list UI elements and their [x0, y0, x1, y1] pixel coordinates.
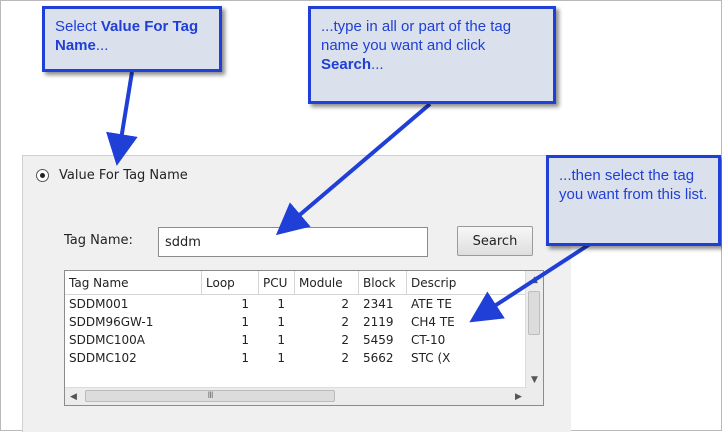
scroll-up-arrow-icon[interactable]: ▲ [526, 271, 543, 288]
column-header[interactable]: Descrip [407, 271, 527, 295]
scroll-right-arrow-icon[interactable]: ▶ [510, 388, 527, 405]
loop-cell: 1 [241, 315, 249, 329]
column-header[interactable]: Block [359, 271, 407, 295]
column-header[interactable]: PCU [259, 271, 295, 295]
tag-list[interactable]: Tag Name Loop PCU Module Block Descrip S… [64, 270, 544, 406]
horizontal-scroll-thumb[interactable]: III [85, 390, 335, 402]
column-header[interactable]: Loop [202, 271, 259, 295]
callout-text: Select [55, 18, 101, 35]
pcu-cell: 1 [277, 297, 285, 311]
block-cell: 5459 [363, 333, 394, 347]
tag-name-cell: SDDMC102 [69, 351, 137, 365]
tag-name-label: Tag Name: [64, 233, 133, 248]
tag-name-input[interactable] [158, 227, 428, 257]
module-cell: 2 [341, 351, 349, 365]
callout-text: ...then select the tag you want from thi… [559, 167, 708, 203]
table-row[interactable]: SDDMC102 1 1 2 5662 STC (X [65, 349, 527, 367]
value-for-tag-name-option[interactable]: Value For Tag Name [36, 168, 188, 183]
table-row[interactable]: SDDM96GW-1 1 1 2 2119 CH4 TE [65, 313, 527, 331]
column-header[interactable]: Module [295, 271, 359, 295]
description-cell: CH4 TE [411, 315, 455, 329]
description-cell: ATE TE [411, 297, 452, 311]
description-cell: CT-10 [411, 333, 446, 347]
pcu-cell: 1 [277, 315, 285, 329]
tag-name-cell: SDDMC100A [69, 333, 145, 347]
description-cell: STC (X [411, 351, 451, 365]
block-cell: 2341 [363, 297, 394, 311]
callout-text: ... [95, 37, 109, 54]
module-cell: 2 [341, 333, 349, 347]
column-header[interactable]: Tag Name [65, 271, 202, 295]
scrollbar-corner [526, 388, 543, 405]
scroll-left-arrow-icon[interactable]: ◀ [65, 388, 82, 405]
callout-text: ... [371, 56, 384, 73]
module-cell: 2 [341, 315, 349, 329]
vertical-scroll-thumb[interactable] [528, 291, 540, 335]
loop-cell: 1 [241, 351, 249, 365]
radio-label: Value For Tag Name [59, 168, 188, 183]
pcu-cell: 1 [277, 351, 285, 365]
module-cell: 2 [341, 297, 349, 311]
loop-cell: 1 [241, 297, 249, 311]
callout-select-tag: ...then select the tag you want from thi… [546, 155, 721, 246]
callout-text: ...type in all or part of the tag name y… [321, 18, 512, 54]
tag-name-cell: SDDM001 [69, 297, 129, 311]
callout-type-and-search: ...type in all or part of the tag name y… [308, 6, 556, 104]
radio-selected-icon[interactable] [36, 169, 49, 182]
pcu-cell: 1 [277, 333, 285, 347]
callout-bold-text: Search [321, 56, 372, 73]
tag-list-rows: SDDM001 1 1 2 2341 ATE TE SDDM96GW-1 1 1… [65, 295, 527, 388]
table-row[interactable]: SDDMC100A 1 1 2 5459 CT-10 [65, 331, 527, 349]
block-cell: 5662 [363, 351, 394, 365]
table-row[interactable]: SDDM001 1 1 2 2341 ATE TE [65, 295, 527, 313]
loop-cell: 1 [241, 333, 249, 347]
block-cell: 2119 [363, 315, 394, 329]
tag-list-header: Tag Name Loop PCU Module Block Descrip [65, 271, 527, 295]
callout-select-option: Select Value For Tag Name... [42, 6, 222, 72]
search-button[interactable]: Search [457, 226, 533, 256]
horizontal-scrollbar[interactable]: ◀ III ▶ [65, 387, 527, 405]
scroll-down-arrow-icon[interactable]: ▼ [526, 371, 543, 388]
vertical-scrollbar[interactable]: ▲ ▼ [525, 271, 543, 388]
tag-name-cell: SDDM96GW-1 [69, 315, 154, 329]
